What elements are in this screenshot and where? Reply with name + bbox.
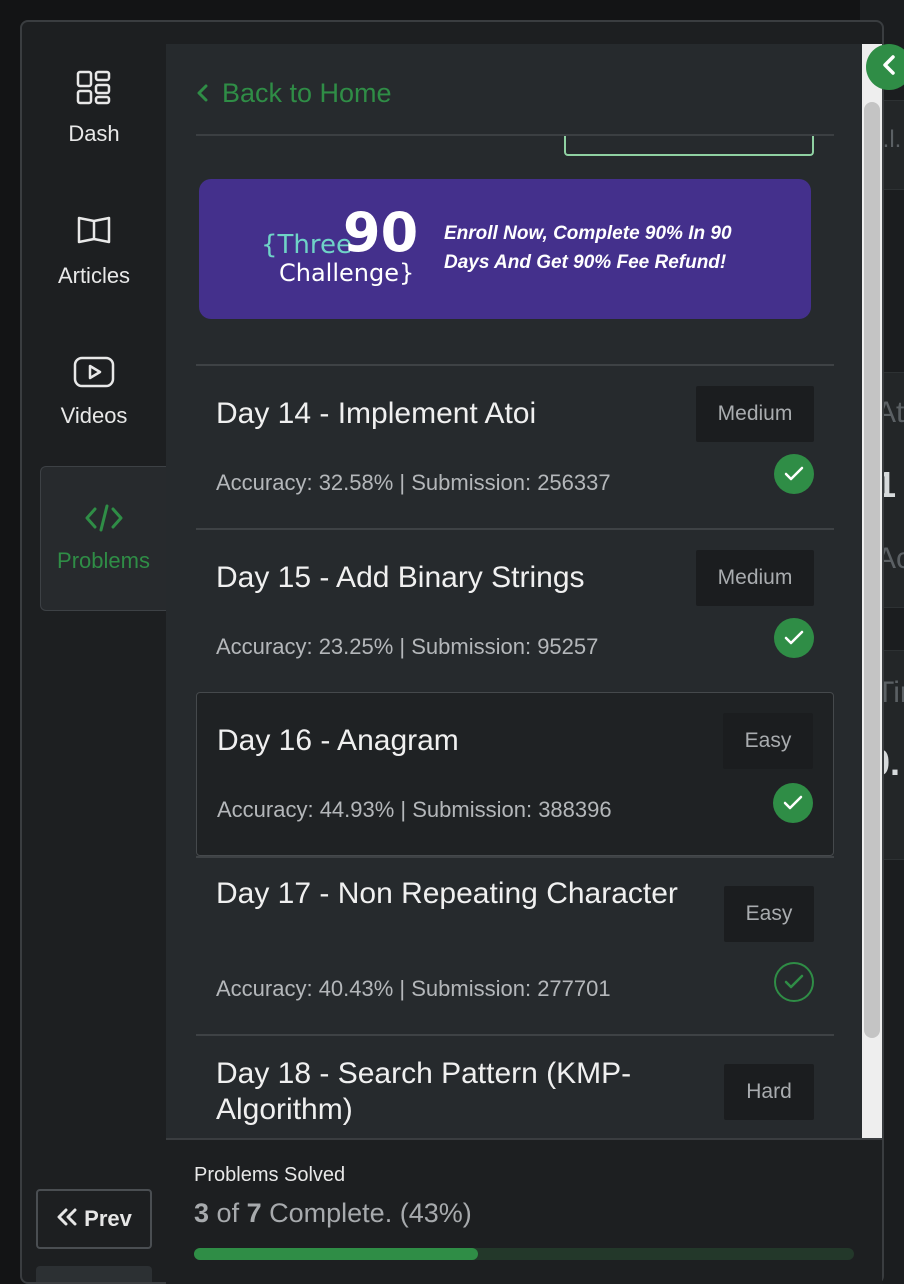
book-icon: [22, 212, 166, 253]
code-icon: [41, 503, 166, 538]
of-word: of: [216, 1198, 240, 1228]
progress-title: Problems Solved: [194, 1164, 346, 1186]
problem-meta: Accuracy: 23.25% | Submission: 95257: [216, 634, 599, 659]
nav-label: Problems: [57, 548, 150, 573]
difficulty-badge: Hard: [724, 1064, 814, 1120]
prev-label: Prev: [84, 1206, 132, 1231]
nav-label: Articles: [57, 263, 131, 288]
solved-check-icon: [774, 454, 814, 494]
nav-item-articles[interactable]: Articles: [22, 212, 166, 342]
dashboard-icon: [22, 70, 166, 111]
scrollbar-thumb[interactable]: [864, 102, 880, 1038]
progress-suffix: Complete. (43%): [269, 1198, 472, 1228]
nav-item-dash[interactable]: Dash: [22, 70, 166, 200]
next-button-partial[interactable]: [36, 1266, 152, 1282]
problem-title: Day 14 - Implement Atoi: [216, 397, 537, 430]
problem-title: Day 15 - Add Binary Strings: [216, 561, 585, 594]
banner-text: Enroll Now, Complete 90% In 90 Days And …: [444, 223, 732, 273]
back-label: Back to Home: [222, 78, 392, 108]
problem-meta: Accuracy: 40.43% | Submission: 277701: [216, 976, 611, 1001]
partial-green-button[interactable]: [564, 136, 814, 156]
three90-logo: {Three Challenge} 90: [259, 195, 429, 300]
problem-title: Day 16 - Anagram: [217, 724, 459, 757]
play-icon: [22, 356, 166, 393]
problem-item[interactable]: Day 16 - Anagram Accuracy: 44.93% | Subm…: [196, 692, 834, 856]
problem-meta: Accuracy: 44.93% | Submission: 388396: [217, 797, 612, 822]
nav-label: Dash: [68, 121, 120, 146]
progress-footer: Problems Solved 3 of 7 Complete. (43%): [166, 1138, 882, 1284]
solved-count: 3: [194, 1198, 210, 1228]
problem-item[interactable]: Day 14 - Implement Atoi Accuracy: 32.58%…: [196, 364, 834, 528]
progress-bar-fill: [194, 1248, 478, 1260]
solved-check-icon: [773, 783, 813, 823]
problems-panel: Back to Home {Three Challenge} 90 Enroll…: [166, 44, 882, 1282]
difficulty-badge: Medium: [696, 550, 814, 606]
svg-text:{Three: {Three: [261, 230, 352, 260]
difficulty-badge: Medium: [696, 386, 814, 442]
collapse-panel-button[interactable]: [866, 44, 904, 90]
unsolved-check-icon: [774, 962, 814, 1002]
problem-meta: Accuracy: 32.58% | Submission: 256337: [216, 470, 611, 495]
nav-item-problems[interactable]: Problems: [40, 466, 166, 611]
prev-button[interactable]: Prev: [36, 1189, 152, 1249]
left-nav: Dash Articles Videos Problems Prev: [22, 22, 166, 1282]
chevron-left-icon: [881, 54, 897, 81]
problem-title: Day 18 - Search Pattern (KMP-Algorithm): [216, 1057, 632, 1126]
back-to-home-link[interactable]: Back to Home: [196, 78, 392, 109]
nav-label: Videos: [60, 403, 128, 428]
chevron-left-icon: [196, 78, 208, 109]
problem-item[interactable]: Day 17 - Non Repeating Character Accurac…: [196, 856, 834, 1034]
double-chevron-left-icon: [56, 1206, 78, 1232]
three90-banner[interactable]: {Three Challenge} 90 Enroll Now, Complet…: [199, 179, 811, 319]
progress-bar: [194, 1248, 854, 1260]
difficulty-badge: Easy: [723, 713, 813, 769]
sidebar-frame: Dash Articles Videos Problems Prev Back …: [20, 20, 884, 1284]
problem-list: Day 14 - Implement Atoi Accuracy: 32.58%…: [196, 364, 834, 1174]
problem-title: Day 17 - Non Repeating Character: [216, 877, 678, 910]
solved-check-icon: [774, 618, 814, 658]
progress-count: 3 of 7 Complete. (43%): [194, 1198, 472, 1229]
page: t.l. At 1 Ac Tir 0. Dash: [0, 0, 904, 1284]
difficulty-badge: Easy: [724, 886, 814, 942]
problem-item[interactable]: Day 15 - Add Binary Strings Accuracy: 23…: [196, 528, 834, 692]
total-count: 7: [246, 1198, 262, 1228]
svg-text:90: 90: [343, 201, 418, 264]
